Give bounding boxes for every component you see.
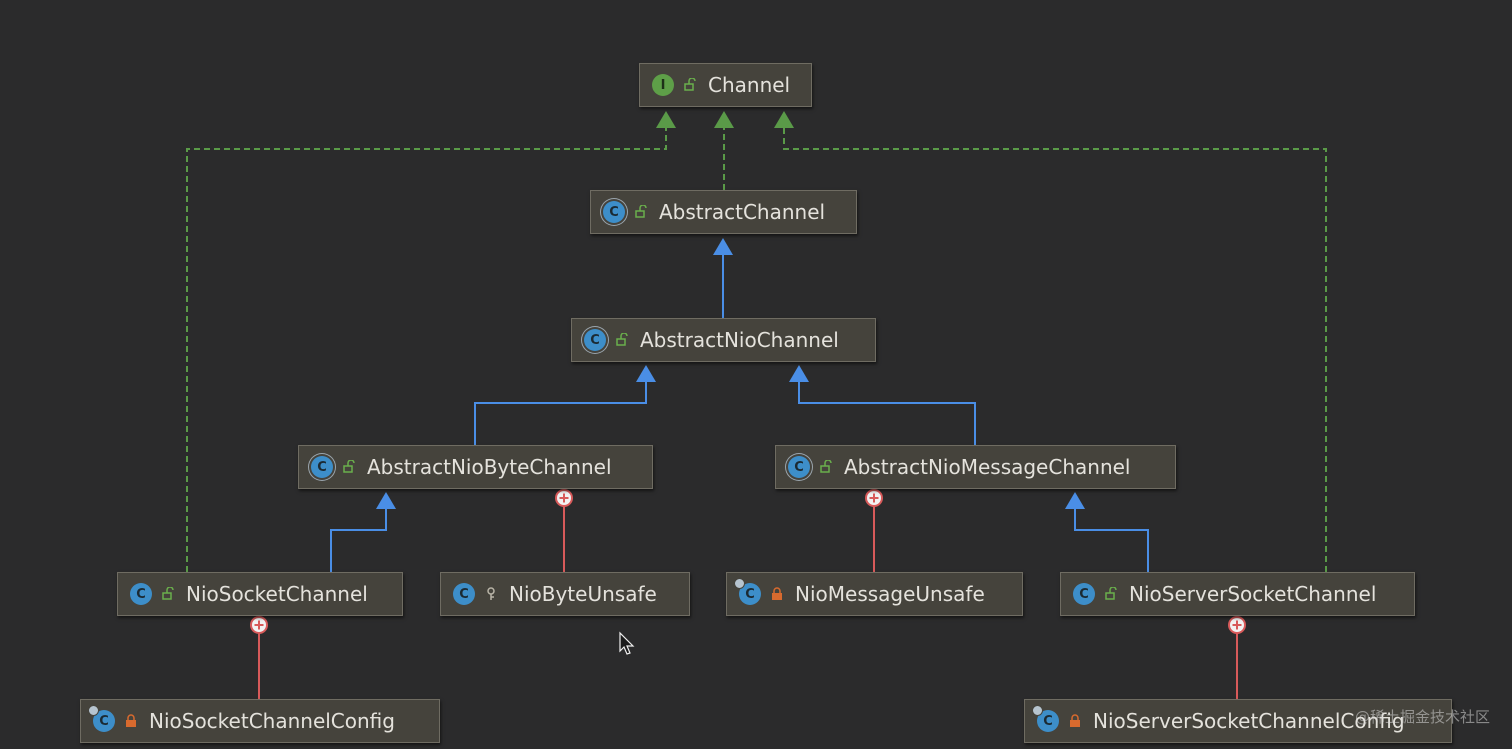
- node-abstract-channel[interactable]: C AbstractChannel: [590, 190, 857, 234]
- badge-letter: C: [1043, 713, 1053, 729]
- node-label: AbstractNioByteChannel: [367, 455, 612, 479]
- node-nio-socket-channel-config[interactable]: C NioSocketChannelConfig: [80, 699, 440, 743]
- inner-class-icon: C: [1032, 705, 1059, 732]
- edge-extends-abstractniomessagechannel: [798, 382, 976, 445]
- implements-arrowhead: [714, 111, 734, 128]
- node-label: AbstractNioChannel: [640, 328, 839, 352]
- node-abstract-nio-message-channel[interactable]: C AbstractNioMessageChannel: [775, 445, 1176, 489]
- abstract-class-icon: C: [311, 456, 333, 478]
- extends-arrowhead: [713, 238, 733, 255]
- extends-arrowhead: [789, 365, 809, 382]
- public-icon: [683, 78, 697, 92]
- watermark: @稀土掘金技术社区: [1354, 708, 1490, 726]
- public-icon: [819, 460, 833, 474]
- public-icon: [161, 587, 175, 601]
- node-channel[interactable]: I Channel: [639, 63, 812, 107]
- inner-class-icon: C: [734, 578, 761, 605]
- public-icon: [615, 333, 629, 347]
- node-nio-server-socket-channel[interactable]: C NioServerSocketChannel: [1060, 572, 1415, 616]
- abstract-class-icon: C: [788, 456, 810, 478]
- extends-arrowhead: [1065, 492, 1085, 509]
- abstract-class-icon: C: [584, 329, 606, 351]
- edge-extends-niosocketchannel: [330, 509, 387, 572]
- private-lock-icon: [770, 587, 784, 601]
- implements-arrowhead: [656, 111, 676, 128]
- node-label: Channel: [708, 73, 791, 97]
- class-icon: C: [130, 583, 152, 605]
- extends-arrowhead: [376, 492, 396, 509]
- edge-extends-abstractniobytechannel: [474, 382, 647, 445]
- pin-icon: [734, 578, 745, 589]
- node-nio-message-unsafe[interactable]: C NioMessageUnsafe: [726, 572, 1023, 616]
- node-label: NioSocketChannelConfig: [149, 709, 395, 733]
- class-icon: C: [453, 583, 475, 605]
- node-nio-socket-channel[interactable]: C NioSocketChannel: [117, 572, 403, 616]
- node-label: NioSocketChannel: [186, 582, 368, 606]
- badge-letter: C: [99, 713, 109, 729]
- node-abstract-nio-byte-channel[interactable]: C AbstractNioByteChannel: [298, 445, 653, 489]
- interface-icon: I: [652, 74, 674, 96]
- edge-extends-nioserversocketchannel: [1074, 509, 1149, 572]
- node-label: AbstractChannel: [659, 200, 826, 224]
- private-lock-icon: [124, 714, 138, 728]
- inner-class-icon: C: [88, 705, 115, 732]
- node-abstract-nio-channel[interactable]: C AbstractNioChannel: [571, 318, 876, 362]
- mouse-cursor-icon: [619, 631, 635, 655]
- badge-letter: C: [745, 586, 755, 602]
- node-label: AbstractNioMessageChannel: [844, 455, 1131, 479]
- pin-icon: [1032, 705, 1043, 716]
- implements-arrowhead: [774, 111, 794, 128]
- node-label: NioMessageUnsafe: [795, 582, 985, 606]
- node-label: NioByteUnsafe: [509, 582, 657, 606]
- public-icon: [1104, 587, 1118, 601]
- node-nio-byte-unsafe[interactable]: C NioByteUnsafe: [440, 572, 690, 616]
- abstract-class-icon: C: [603, 201, 625, 223]
- public-icon: [342, 460, 356, 474]
- node-label: NioServerSocketChannel: [1129, 582, 1377, 606]
- private-lock-icon: [1068, 714, 1082, 728]
- class-icon: C: [1073, 583, 1095, 605]
- extends-arrowhead: [636, 365, 656, 382]
- class-diagram: [186, 111, 1327, 699]
- protected-key-icon: [484, 587, 498, 601]
- public-icon: [634, 205, 648, 219]
- pin-icon: [88, 705, 99, 716]
